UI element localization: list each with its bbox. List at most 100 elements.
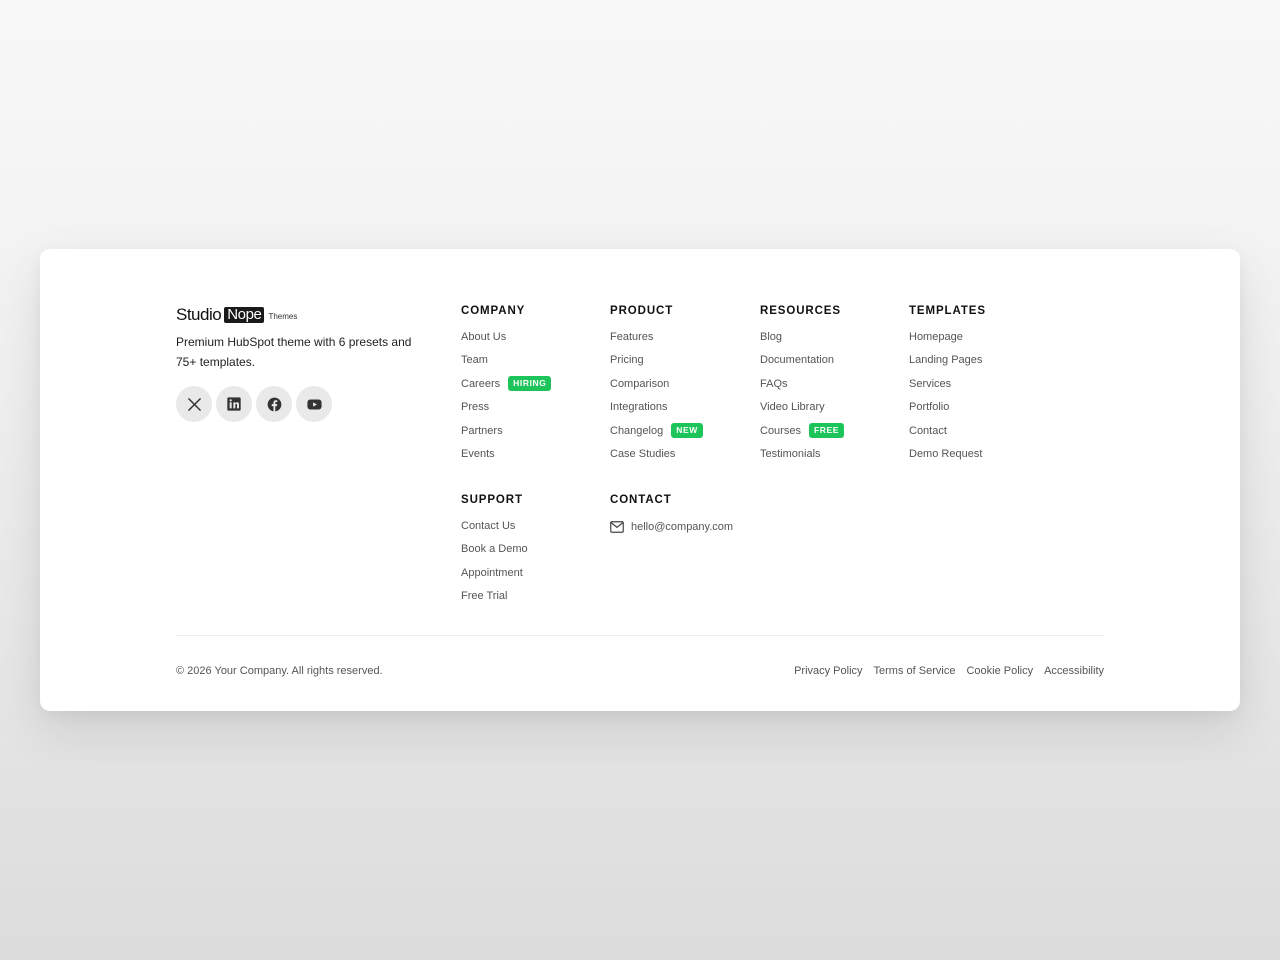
x-icon <box>187 397 201 411</box>
list-item: Case Studies <box>610 447 750 470</box>
list-item: Courses FREE <box>760 422 900 447</box>
link-changelog[interactable]: Changelog <box>610 424 663 438</box>
new-badge: NEW <box>671 422 703 438</box>
copyright-text: © 2026 Your Company. All rights reserved… <box>176 665 383 677</box>
list-item: Portfolio <box>909 400 1049 423</box>
list-item: FAQs <box>760 377 900 400</box>
link-events[interactable]: Events <box>461 447 495 461</box>
list-item: Integrations <box>610 400 750 423</box>
footer: Studio Nope Themes Premium HubSpot theme… <box>40 249 1240 711</box>
contact-email-link[interactable]: hello@company.com <box>631 521 733 533</box>
list-item: Comparison <box>610 377 750 400</box>
footer-column-contact: CONTACT hello@company.com <box>610 492 790 535</box>
link-portfolio[interactable]: Portfolio <box>909 400 949 414</box>
link-about-us[interactable]: About Us <box>461 330 506 344</box>
list-item: Partners <box>461 424 601 447</box>
hiring-badge: HIRING <box>508 375 552 391</box>
company-links: About Us Team Careers HIRING Press Partne… <box>461 330 601 470</box>
social-facebook-button[interactable] <box>256 386 292 422</box>
link-video-library[interactable]: Video Library <box>760 400 825 414</box>
column-title-contact: CONTACT <box>610 494 672 506</box>
list-item: Appointment <box>461 566 601 589</box>
list-item: Landing Pages <box>909 353 1049 376</box>
contact-email-row: hello@company.com <box>610 519 790 535</box>
link-partners[interactable]: Partners <box>461 424 503 438</box>
legal-links: Privacy Policy Terms of Service Cookie P… <box>794 665 1104 677</box>
list-item: Services <box>909 377 1049 400</box>
footer-column-company: COMPANY About Us Team Careers HIRING Pres… <box>461 303 601 470</box>
link-contact-us[interactable]: Contact Us <box>461 519 515 533</box>
list-item: Contact <box>909 424 1049 447</box>
link-team[interactable]: Team <box>461 353 488 367</box>
link-pricing[interactable]: Pricing <box>610 353 644 367</box>
social-youtube-button[interactable] <box>296 386 332 422</box>
mail-icon <box>610 521 624 533</box>
brand-tagline: Premium HubSpot theme with 6 presets and… <box>176 335 412 369</box>
list-item: Pricing <box>610 353 750 376</box>
footer-column-product: PRODUCT Features Pricing Comparison Inte… <box>610 303 750 470</box>
social-x-button[interactable] <box>176 386 212 422</box>
list-item: About Us <box>461 330 601 353</box>
link-services[interactable]: Services <box>909 377 951 391</box>
link-courses[interactable]: Courses <box>760 424 801 438</box>
link-faqs[interactable]: FAQs <box>760 377 788 391</box>
column-title-resources: RESOURCES <box>760 305 841 317</box>
list-item: Press <box>461 400 601 423</box>
footer-column-templates: TEMPLATES Homepage Landing Pages Service… <box>909 303 1049 470</box>
support-links: Contact Us Book a Demo Appointment Free … <box>461 519 601 613</box>
list-item: Events <box>461 447 601 470</box>
link-documentation[interactable]: Documentation <box>760 353 834 367</box>
list-item: Documentation <box>760 353 900 376</box>
link-testimonials[interactable]: Testimonials <box>760 447 821 461</box>
social-linkedin-button[interactable] <box>216 386 252 422</box>
link-accessibility[interactable]: Accessibility <box>1044 665 1104 677</box>
logo[interactable]: Studio Nope Themes <box>176 301 436 323</box>
link-book-a-demo[interactable]: Book a Demo <box>461 542 528 556</box>
youtube-icon <box>306 399 322 409</box>
link-case-studies[interactable]: Case Studies <box>610 447 675 461</box>
link-appointment[interactable]: Appointment <box>461 566 523 580</box>
link-demo-request[interactable]: Demo Request <box>909 447 982 461</box>
footer-divider <box>176 635 1104 636</box>
column-title-product: PRODUCT <box>610 305 674 317</box>
column-title-support: SUPPORT <box>461 494 523 506</box>
logo-themes-text: Themes <box>268 312 298 321</box>
link-landing-pages[interactable]: Landing Pages <box>909 353 982 367</box>
link-contact[interactable]: Contact <box>909 424 947 438</box>
link-privacy-policy[interactable]: Privacy Policy <box>794 665 862 677</box>
list-item: Blog <box>760 330 900 353</box>
link-cookie-policy[interactable]: Cookie Policy <box>966 665 1033 677</box>
link-terms-of-service[interactable]: Terms of Service <box>874 665 956 677</box>
list-item: Contact Us <box>461 519 601 542</box>
link-comparison[interactable]: Comparison <box>610 377 669 391</box>
list-item: Free Trial <box>461 589 601 612</box>
social-links <box>176 386 436 422</box>
link-homepage[interactable]: Homepage <box>909 330 963 344</box>
column-title-templates: TEMPLATES <box>909 305 986 317</box>
resources-links: Blog Documentation FAQs Video Library Co… <box>760 330 900 470</box>
link-integrations[interactable]: Integrations <box>610 400 667 414</box>
list-item: Team <box>461 353 601 376</box>
facebook-icon <box>267 397 281 411</box>
logo-nope-text: Nope <box>224 307 265 323</box>
logo-studio-text: Studio <box>176 305 222 324</box>
free-badge: FREE <box>808 422 845 438</box>
list-item: Testimonials <box>760 447 900 470</box>
footer-column-resources: RESOURCES Blog Documentation FAQs Video … <box>760 303 900 470</box>
brand-block: Studio Nope Themes Premium HubSpot theme… <box>176 301 436 422</box>
footer-column-support: SUPPORT Contact Us Book a Demo Appointme… <box>461 492 601 613</box>
column-title-company: COMPANY <box>461 305 526 317</box>
link-free-trial[interactable]: Free Trial <box>461 589 507 603</box>
list-item: Video Library <box>760 400 900 423</box>
link-blog[interactable]: Blog <box>760 330 782 344</box>
list-item: Book a Demo <box>461 542 601 565</box>
link-careers[interactable]: Careers <box>461 377 500 391</box>
list-item: Demo Request <box>909 447 1049 470</box>
list-item: Careers HIRING <box>461 375 601 400</box>
link-press[interactable]: Press <box>461 400 489 414</box>
link-features[interactable]: Features <box>610 330 653 344</box>
list-item: Features <box>610 330 750 353</box>
linkedin-icon <box>227 397 241 411</box>
templates-links: Homepage Landing Pages Services Portfoli… <box>909 330 1049 470</box>
product-links: Features Pricing Comparison Integrations… <box>610 330 750 470</box>
